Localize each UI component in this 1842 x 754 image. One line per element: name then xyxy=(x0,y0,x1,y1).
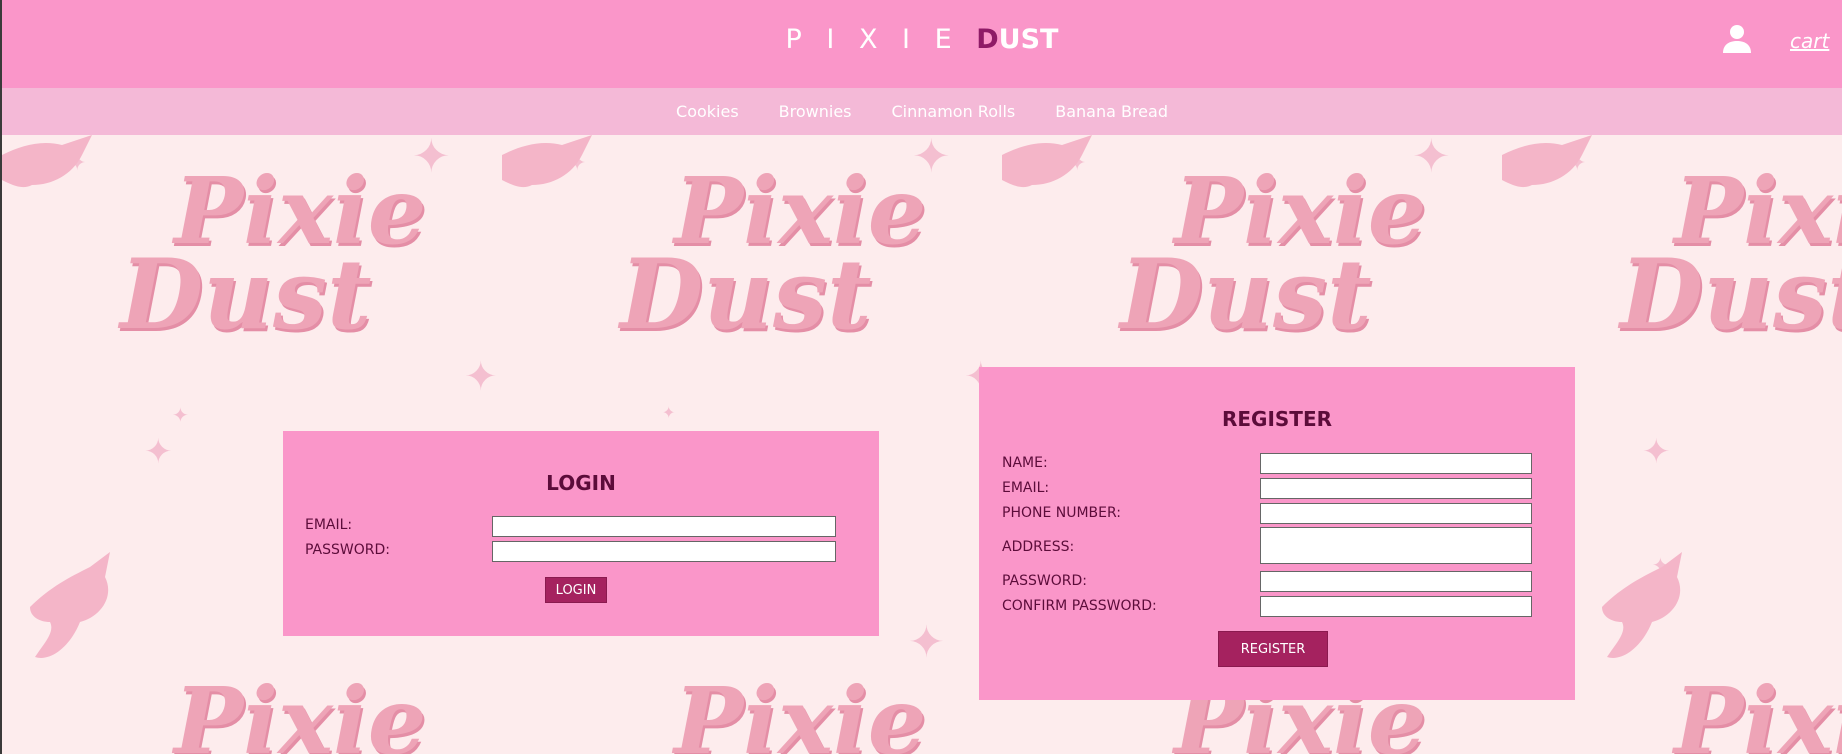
login-button[interactable]: LOGIN xyxy=(545,577,607,603)
register-email-input[interactable] xyxy=(1260,478,1532,499)
top-header: P I X I E DUST cart xyxy=(0,0,1842,88)
watermark-dust: Dust xyxy=(620,238,872,351)
brand-text-accent: D xyxy=(976,24,999,55)
login-title: LOGIN xyxy=(546,471,616,495)
brand-logo[interactable]: P I X I E DUST xyxy=(2,24,1842,55)
register-confirm-password-label: CONFIRM PASSWORD: xyxy=(1002,598,1157,614)
nav-item-banana-bread[interactable]: Banana Bread xyxy=(1055,102,1168,121)
login-email-label: EMAIL: xyxy=(305,517,353,533)
login-email-input[interactable] xyxy=(492,516,836,537)
fairy-silhouette xyxy=(1602,552,1682,658)
register-confirm-password-input[interactable] xyxy=(1260,596,1532,617)
category-nav: Cookies Brownies Cinnamon Rolls Banana B… xyxy=(0,88,1842,135)
brand-text-light: P I X I E xyxy=(785,24,977,55)
register-name-label: NAME: xyxy=(1002,455,1048,471)
watermark-dust: Dust xyxy=(1620,238,1842,351)
nav-item-cinnamon-rolls[interactable]: Cinnamon Rolls xyxy=(892,102,1016,121)
register-name-input[interactable] xyxy=(1260,453,1532,474)
register-email-label: EMAIL: xyxy=(1002,480,1050,496)
watermark-dust: Dust xyxy=(1120,238,1372,351)
fairy-silhouette xyxy=(1502,135,1592,188)
sparkle-icon: ✦ xyxy=(464,354,498,400)
watermark-pixie: Pixie xyxy=(174,667,427,754)
register-phone-input[interactable] xyxy=(1260,503,1532,524)
fairy-silhouette xyxy=(2,135,92,188)
cart-link[interactable]: cart xyxy=(1790,29,1829,53)
nav-item-cookies[interactable]: Cookies xyxy=(676,102,739,121)
brand-text-rest: UST xyxy=(998,24,1059,55)
watermark-pixie: Pixie xyxy=(1674,667,1842,754)
sparkle-icon: ✦ xyxy=(1642,432,1671,472)
nav-item-brownies[interactable]: Brownies xyxy=(779,102,852,121)
sparkle-icon: ✦ xyxy=(912,135,951,183)
register-address-textarea[interactable] xyxy=(1260,527,1532,564)
fairy-silhouette xyxy=(30,552,110,658)
register-password-input[interactable] xyxy=(1260,571,1532,592)
fairy-silhouette xyxy=(1002,135,1092,188)
register-panel: REGISTER NAME: EMAIL: PHONE NUMBER: ADDR… xyxy=(979,367,1575,700)
register-title: REGISTER xyxy=(1221,407,1333,431)
login-password-label: PASSWORD: xyxy=(305,542,390,558)
login-panel: LOGIN EMAIL: PASSWORD: LOGIN xyxy=(283,431,879,636)
watermark-pixie: Pixie xyxy=(674,667,927,754)
user-icon[interactable] xyxy=(1720,24,1754,54)
login-password-input[interactable] xyxy=(492,541,836,562)
register-phone-label: PHONE NUMBER: xyxy=(1002,505,1122,521)
register-address-label: ADDRESS: xyxy=(1002,539,1075,555)
sparkle-icon: ✦ xyxy=(144,432,173,472)
sparkle-icon: ✦ xyxy=(908,617,945,668)
register-password-label: PASSWORD: xyxy=(1002,573,1087,589)
watermark-dust: Dust xyxy=(120,238,372,351)
sparkle-icon: ✦ xyxy=(662,403,676,422)
sparkle-icon: ✦ xyxy=(412,135,451,183)
sparkle-icon: ✦ xyxy=(172,403,189,427)
fairy-silhouette xyxy=(502,135,592,188)
register-button[interactable]: REGISTER xyxy=(1218,631,1328,667)
sparkle-icon: ✦ xyxy=(1412,135,1451,183)
